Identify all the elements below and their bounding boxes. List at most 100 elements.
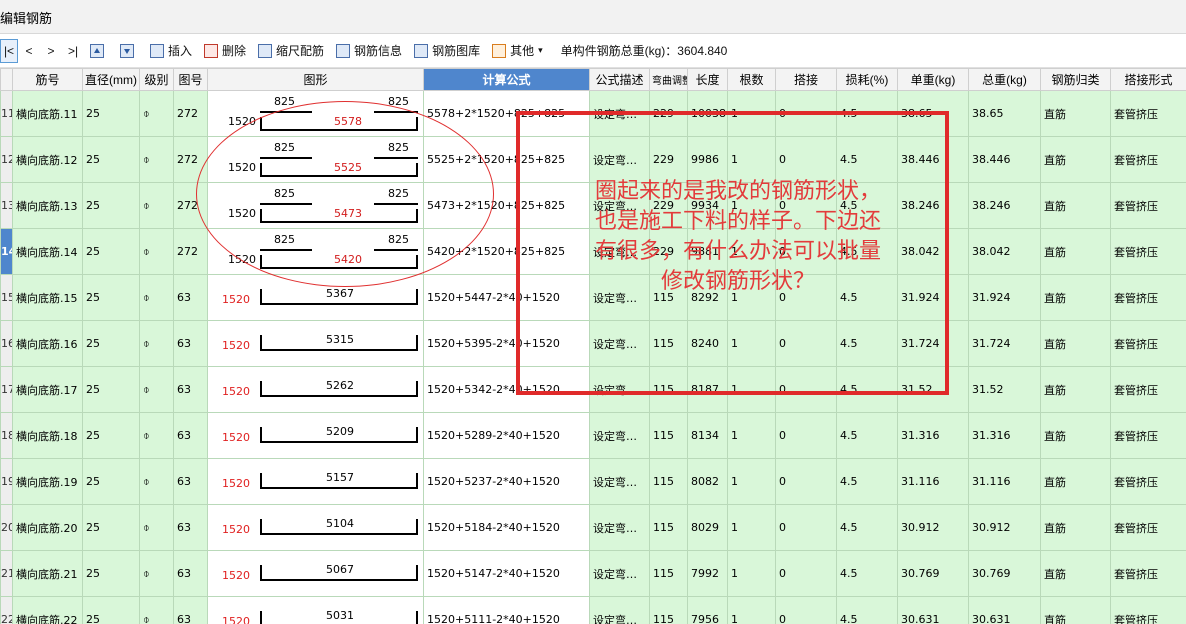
row-number[interactable]: 21	[0, 550, 13, 597]
diameter-cell[interactable]: 25	[82, 596, 140, 624]
diameter-cell[interactable]: 25	[82, 366, 140, 413]
column-header[interactable]: 搭接形式	[1110, 68, 1186, 91]
column-header[interactable]: 钢筋归类	[1040, 68, 1111, 91]
formula-cell[interactable]: 1520+5111-2*40+1520	[423, 596, 590, 624]
formula-cell[interactable]: 5578+2*1520+825+825	[423, 90, 590, 137]
category-cell[interactable]: 直筋	[1040, 550, 1111, 597]
total-weight-cell[interactable]: 38.042	[968, 228, 1041, 275]
lap-type-cell[interactable]: 套管挤压	[1110, 182, 1186, 229]
length-cell[interactable]: 7992	[687, 550, 728, 597]
figure-number-cell[interactable]: 63	[173, 274, 208, 321]
rebar-name-cell[interactable]: 横向底筋.11	[12, 90, 83, 137]
grade-cell[interactable]: ⌽	[139, 504, 174, 551]
unit-weight-cell[interactable]: 30.912	[897, 504, 969, 551]
figure-number-cell[interactable]: 63	[173, 320, 208, 367]
loss-cell[interactable]: 4.5	[836, 90, 898, 137]
length-cell[interactable]: 7956	[687, 596, 728, 624]
column-header[interactable]: 公式描述	[589, 68, 650, 91]
unit-weight-cell[interactable]: 38.446	[897, 136, 969, 183]
rebar-shape-cell[interactable]: 825 825 1520 5578	[207, 90, 424, 137]
table-row[interactable]: 21横向底筋.2125⌽63 1520 5067 1520+5147-2*40+152…	[0, 550, 1186, 597]
lap-type-cell[interactable]: 套管挤压	[1110, 90, 1186, 137]
rebar-shape-cell[interactable]: 1520 5209	[207, 412, 424, 459]
lap-cell[interactable]: 0	[775, 504, 837, 551]
rebar-shape-cell[interactable]: 1520 5367	[207, 274, 424, 321]
grade-cell[interactable]: ⌽	[139, 596, 174, 624]
grade-cell[interactable]: ⌽	[139, 136, 174, 183]
length-cell[interactable]: 9986	[687, 136, 728, 183]
grade-cell[interactable]: ⌽	[139, 366, 174, 413]
diameter-cell[interactable]: 25	[82, 228, 140, 275]
unit-weight-cell[interactable]: 31.116	[897, 458, 969, 505]
table-row[interactable]: 12横向底筋.1225⌽272 825 825 1520 5525 5525+2*1520…	[0, 136, 1186, 183]
lap-cell[interactable]: 0	[775, 366, 837, 413]
table-row[interactable]: 18横向底筋.1825⌽63 1520 5209 1520+5289-2*40+152…	[0, 412, 1186, 459]
total-weight-cell[interactable]: 31.924	[968, 274, 1041, 321]
unit-weight-cell[interactable]: 31.52	[897, 366, 969, 413]
figure-number-cell[interactable]: 63	[173, 596, 208, 624]
unit-weight-cell[interactable]: 31.316	[897, 412, 969, 459]
diameter-cell[interactable]: 25	[82, 274, 140, 321]
unit-weight-cell[interactable]: 30.631	[897, 596, 969, 624]
total-weight-cell[interactable]: 31.316	[968, 412, 1041, 459]
diameter-cell[interactable]: 25	[82, 550, 140, 597]
grade-cell[interactable]: ⌽	[139, 550, 174, 597]
lap-type-cell[interactable]: 套管挤压	[1110, 504, 1186, 551]
column-header[interactable]: 图号	[173, 68, 208, 91]
grade-cell[interactable]: ⌽	[139, 320, 174, 367]
bend-adjust-cell[interactable]: 115	[649, 458, 688, 505]
move-down-button[interactable]	[114, 39, 144, 63]
figure-number-cell[interactable]: 63	[173, 412, 208, 459]
bend-adjust-cell[interactable]: 115	[649, 596, 688, 624]
rebar-shape-cell[interactable]: 1520 5315	[207, 320, 424, 367]
formula-desc-cell[interactable]: 设定弯…	[589, 320, 650, 367]
bend-adjust-cell[interactable]: 115	[649, 504, 688, 551]
diameter-cell[interactable]: 25	[82, 458, 140, 505]
bend-adjust-cell[interactable]: 115	[649, 412, 688, 459]
figure-number-cell[interactable]: 63	[173, 550, 208, 597]
lap-cell[interactable]: 0	[775, 596, 837, 624]
total-weight-cell[interactable]: 38.246	[968, 182, 1041, 229]
prev-record-button[interactable]: <	[18, 39, 40, 63]
rebar-name-cell[interactable]: 横向底筋.20	[12, 504, 83, 551]
loss-cell[interactable]: 4.5	[836, 596, 898, 624]
formula-cell[interactable]: 1520+5342-2*40+1520	[423, 366, 590, 413]
figure-number-cell[interactable]: 272	[173, 182, 208, 229]
lap-type-cell[interactable]: 套管挤压	[1110, 596, 1186, 624]
lap-type-cell[interactable]: 套管挤压	[1110, 412, 1186, 459]
formula-desc-cell[interactable]: 设定弯…	[589, 458, 650, 505]
rebar-name-cell[interactable]: 横向底筋.15	[12, 274, 83, 321]
total-weight-cell[interactable]: 38.65	[968, 90, 1041, 137]
grade-cell[interactable]: ⌽	[139, 90, 174, 137]
rebar-shape-cell[interactable]: 1520 5031	[207, 596, 424, 624]
column-header[interactable]: 损耗(%)	[836, 68, 898, 91]
loss-cell[interactable]: 4.5	[836, 504, 898, 551]
formula-desc-cell[interactable]: 设定弯…	[589, 596, 650, 624]
rebar-info-button[interactable]: 钢筋信息	[330, 39, 408, 63]
category-cell[interactable]: 直筋	[1040, 596, 1111, 624]
category-cell[interactable]: 直筋	[1040, 228, 1111, 275]
rebar-name-cell[interactable]: 横向底筋.18	[12, 412, 83, 459]
length-cell[interactable]: 8082	[687, 458, 728, 505]
formula-desc-cell[interactable]: 设定弯…	[589, 550, 650, 597]
lap-type-cell[interactable]: 套管挤压	[1110, 228, 1186, 275]
lap-type-cell[interactable]: 套管挤压	[1110, 550, 1186, 597]
other-menu-button[interactable]: 其他 ▾	[486, 39, 549, 63]
count-cell[interactable]: 1	[727, 412, 776, 459]
row-number[interactable]: 22	[0, 596, 13, 624]
figure-number-cell[interactable]: 63	[173, 366, 208, 413]
formula-cell[interactable]: 1520+5395-2*40+1520	[423, 320, 590, 367]
diameter-cell[interactable]: 25	[82, 90, 140, 137]
lap-type-cell[interactable]: 套管挤压	[1110, 366, 1186, 413]
table-row[interactable]: 16横向底筋.1625⌽63 1520 5315 1520+5395-2*40+152…	[0, 320, 1186, 367]
column-header[interactable]: 弯曲调整	[649, 68, 688, 91]
category-cell[interactable]: 直筋	[1040, 136, 1111, 183]
formula-desc-cell[interactable]: 设定弯…	[589, 366, 650, 413]
next-record-button[interactable]: >	[40, 39, 62, 63]
table-row[interactable]: 11横向底筋.1125⌽272 825 825 1520 5578 5578+2*1520…	[0, 90, 1186, 137]
table-row[interactable]: 20横向底筋.2025⌽63 1520 5104 1520+5184-2*40+152…	[0, 504, 1186, 551]
formula-desc-cell[interactable]: 设定弯…	[589, 504, 650, 551]
rebar-name-cell[interactable]: 横向底筋.14	[12, 228, 83, 275]
formula-cell[interactable]: 1520+5237-2*40+1520	[423, 458, 590, 505]
bend-adjust-cell[interactable]: 115	[649, 320, 688, 367]
